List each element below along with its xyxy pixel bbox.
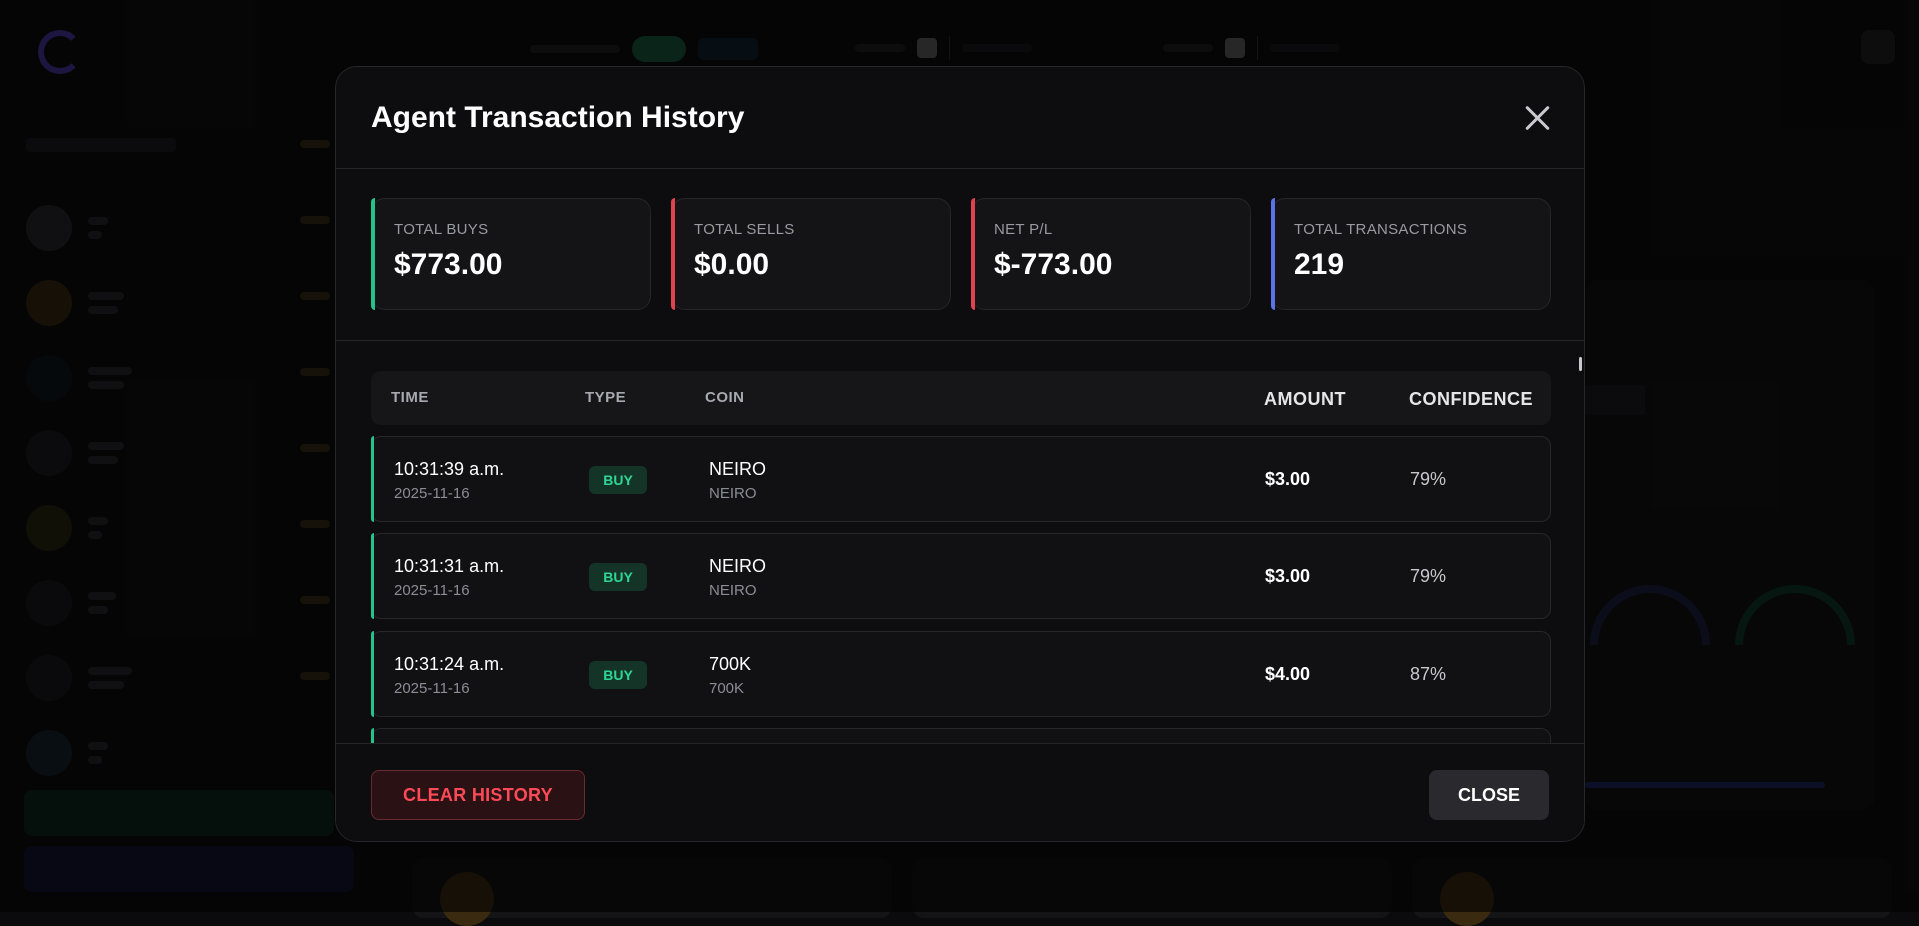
stat-value: 219 — [1294, 248, 1345, 281]
stats-row: TOTAL BUYS $773.00 TOTAL SELLS $0.00 NET… — [371, 198, 1551, 310]
stat-card-total-transactions: TOTAL TRANSACTIONS 219 — [1271, 198, 1551, 310]
cell-coin: NEIRO NEIRO — [709, 459, 766, 502]
clear-history-button[interactable]: CLEAR HISTORY — [371, 770, 585, 820]
cell-time: 10:31:24 a.m. 2025-11-16 — [394, 654, 504, 697]
table-row[interactable]: 10:31:31 a.m. 2025-11-16 BUY NEIRO NEIRO… — [371, 533, 1551, 619]
modal-title: Agent Transaction History — [371, 101, 745, 134]
column-header-coin: COIN — [705, 389, 745, 406]
cell-time: 10:31:39 a.m. 2025-11-16 — [394, 459, 504, 502]
coin-name: NEIRO — [709, 556, 767, 576]
stat-value: $0.00 — [694, 248, 770, 281]
cell-time: 10:31:31 a.m. 2025-11-16 — [394, 556, 504, 599]
table-row[interactable]: 10:31:39 a.m. 2025-11-16 BUY NEIRO NEIRO… — [371, 436, 1551, 522]
column-header-type: TYPE — [585, 389, 627, 406]
modal-footer: CLEAR HISTORY CLOSE — [336, 743, 1584, 841]
coin-symbol: NEIRO — [709, 582, 757, 599]
cell-coin: NEIRO NEIRO — [709, 556, 766, 599]
modal-header: Agent Transaction History — [336, 67, 1584, 169]
date-text: 2025-11-16 — [394, 582, 470, 599]
table-header: TIME TYPE COIN AMOUNT CONFIDENCE — [371, 371, 1551, 425]
table-row[interactable]: 10:31:24 a.m. 2025-11-16 BUY 700K 700K $… — [371, 631, 1551, 717]
stat-card-total-buys: TOTAL BUYS $773.00 — [371, 198, 651, 310]
column-header-time: TIME — [391, 389, 429, 406]
cell-amount: $3.00 — [1265, 469, 1311, 489]
time-text: 10:31:31 a.m. — [394, 556, 505, 576]
stat-label: TOTAL SELLS — [694, 221, 795, 238]
coin-name: NEIRO — [709, 459, 767, 479]
coin-symbol: NEIRO — [709, 485, 757, 502]
stat-label: TOTAL TRANSACTIONS — [1294, 221, 1468, 238]
date-text: 2025-11-16 — [394, 680, 470, 697]
transaction-history-modal: Agent Transaction History TOTAL BUYS $77… — [335, 66, 1585, 842]
cell-confidence: 79% — [1410, 566, 1447, 586]
divider — [336, 340, 1584, 341]
stat-card-total-sells: TOTAL SELLS $0.00 — [671, 198, 951, 310]
close-icon[interactable] — [1520, 101, 1554, 135]
column-header-confidence: CONFIDENCE — [1409, 389, 1534, 409]
coin-symbol: 700K — [709, 680, 745, 697]
stat-label: TOTAL BUYS — [394, 221, 489, 238]
time-text: 10:31:39 a.m. — [394, 459, 505, 479]
type-badge: BUY — [589, 563, 647, 591]
column-header-amount: AMOUNT — [1264, 389, 1346, 409]
stat-value: $773.00 — [394, 248, 503, 281]
type-badge: BUY — [589, 661, 647, 689]
stat-value: $-773.00 — [994, 248, 1113, 281]
stat-card-net-pl: NET P/L $-773.00 — [971, 198, 1251, 310]
close-button[interactable]: CLOSE — [1429, 770, 1549, 820]
cell-amount: $4.00 — [1265, 664, 1311, 684]
scrollbar-thumb[interactable] — [1579, 357, 1582, 371]
cell-coin: 700K 700K — [709, 654, 751, 697]
coin-name: 700K — [709, 654, 752, 674]
date-text: 2025-11-16 — [394, 485, 470, 502]
cell-amount: $3.00 — [1265, 566, 1311, 586]
cell-confidence: 79% — [1410, 469, 1447, 489]
time-text: 10:31:24 a.m. — [394, 654, 505, 674]
type-badge: BUY — [589, 466, 647, 494]
cell-confidence: 87% — [1410, 664, 1447, 684]
stat-label: NET P/L — [994, 221, 1053, 238]
